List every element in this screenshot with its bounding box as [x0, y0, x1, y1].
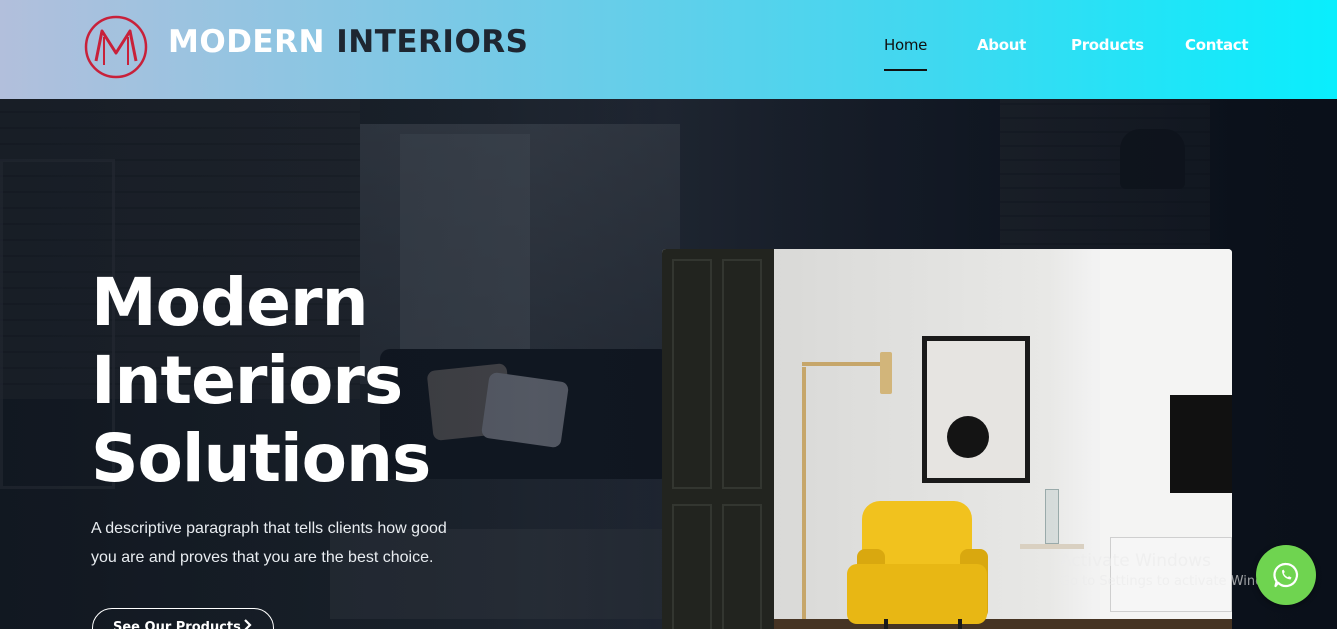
hero-title-line: Interiors [91, 342, 403, 419]
door-panel [672, 259, 712, 489]
hero-description: A descriptive paragraph that tells clien… [91, 514, 471, 572]
photo-side-table [1020, 544, 1084, 549]
cta-label: See Our Products [113, 620, 241, 629]
wall-art-circle [947, 416, 989, 458]
armchair-leg [958, 619, 962, 629]
hero-description-line: A descriptive paragraph that tells clien… [91, 520, 447, 537]
hero-title: Modern Interiors Solutions [91, 264, 591, 498]
site-header: MODERN INTERIORS Home About Products Con… [0, 0, 1337, 99]
photo-tv [1170, 395, 1232, 493]
nav-active-underline [884, 69, 927, 71]
nav-contact[interactable]: Contact [1185, 36, 1249, 54]
yellow-armchair-seat [847, 564, 987, 624]
photo-door [662, 249, 774, 629]
floor-lamp-pole [802, 367, 806, 629]
main-nav: Home About Products Contact [0, 36, 1337, 76]
hero-title-line: Solutions [91, 420, 431, 497]
photo-wall-art [922, 336, 1030, 483]
nav-about[interactable]: About [977, 36, 1026, 54]
photo-vase [1045, 489, 1059, 544]
armchair-leg [884, 619, 888, 629]
hero-title-line: Modern [91, 264, 369, 341]
door-panel [722, 259, 762, 489]
nav-home[interactable]: Home [884, 36, 927, 54]
nav-products[interactable]: Products [1071, 36, 1144, 54]
floor-lamp-head [880, 352, 892, 394]
hero-description-line: you are and proves that you are the best… [91, 549, 434, 566]
door-panel [722, 504, 762, 629]
floor-lamp-arm [802, 362, 887, 366]
door-panel [672, 504, 712, 629]
chevron-right-icon [244, 619, 252, 629]
whatsapp-icon [1273, 562, 1299, 588]
whatsapp-button[interactable] [1256, 545, 1316, 605]
photo-floor [774, 619, 1232, 629]
see-our-products-button[interactable]: See Our Products [92, 608, 274, 629]
